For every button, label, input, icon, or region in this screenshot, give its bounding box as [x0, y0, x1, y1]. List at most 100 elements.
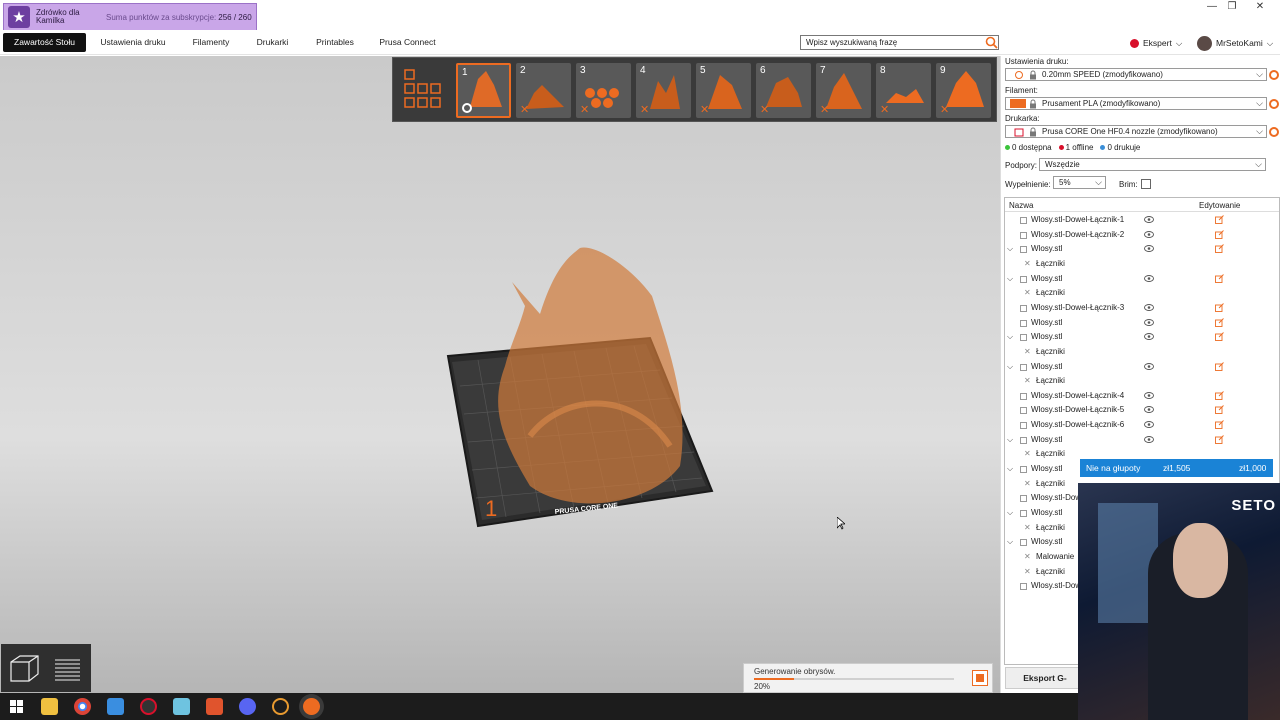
progress-percent: 20% [754, 682, 771, 691]
lock-icon [1030, 127, 1036, 137]
object-list-item[interactable]: ⌵ Wlosy.stl [1005, 360, 1279, 375]
object-icon [1020, 217, 1027, 224]
plate-thumbnail[interactable]: 1 [456, 63, 511, 118]
search-input[interactable]: Wpisz wyszukiwaną frazę [800, 35, 999, 50]
object-list-item[interactable]: ⌵ Wlosy.stl [1005, 242, 1279, 257]
gear-icon[interactable] [1269, 127, 1279, 137]
supports-combo[interactable]: Wszędzie ⌵ [1039, 158, 1266, 171]
gear-icon[interactable] [1269, 99, 1279, 109]
eye-icon[interactable] [1144, 245, 1154, 253]
3d-viewport[interactable]: 1 2 ✕ 3 ✕ 4 ✕ 5 ✕ 6 ✕ 7 ✕ 8 ✕ 9 ✕ 1 PRUS… [0, 56, 1000, 693]
object-list-item[interactable]: Wlosy.stl-Dowel-Łącznik-3 [1005, 301, 1279, 316]
edit-icon[interactable] [1215, 303, 1224, 312]
object-list-item[interactable]: Wlosy.stl-Dowel-Łącznik-1 [1005, 213, 1279, 228]
plate-thumbnail[interactable]: 3 ✕ [576, 63, 631, 118]
edit-icon[interactable] [1215, 405, 1224, 415]
export-gcode-button[interactable]: Eksport G- [1005, 667, 1085, 689]
eye-icon[interactable] [1144, 216, 1154, 223]
plate-thumbnail[interactable]: 9 ✕ [936, 63, 991, 118]
edit-icon[interactable] [1215, 215, 1224, 224]
chevron-down-icon[interactable]: ⌵ [1007, 330, 1013, 344]
object-list-item[interactable]: Wlosy.stl-Dowel-Łącznik-6 [1005, 418, 1279, 433]
brim-checkbox[interactable] [1141, 179, 1151, 189]
plate-thumbnail[interactable]: 5 ✕ [696, 63, 751, 118]
prusaslicer-icon[interactable] [303, 698, 320, 715]
plate-thumbnail[interactable]: 2 ✕ [516, 63, 571, 118]
eye-icon[interactable] [1144, 391, 1154, 399]
plate-thumbnail[interactable]: 8 ✕ [876, 63, 931, 118]
tab-printables[interactable]: Printables [310, 33, 360, 52]
eye-icon[interactable] [1144, 333, 1154, 341]
app-icon[interactable] [272, 698, 289, 715]
cancel-slicing-button[interactable] [972, 670, 988, 686]
mode-selector[interactable]: Ekspert ⌵ [1130, 36, 1182, 50]
object-list-subitem[interactable]: ✕ Łączniki [1005, 286, 1279, 301]
edit-icon[interactable] [1215, 434, 1224, 444]
eye-icon[interactable] [1144, 362, 1154, 370]
chevron-down-icon[interactable]: ⌵ [1007, 506, 1013, 520]
print-settings-combo[interactable]: 0.20mm SPEED (zmodyfikowano) ⌵ [1005, 68, 1267, 81]
windows-start-icon[interactable] [8, 698, 25, 715]
edit-icon[interactable] [1215, 390, 1224, 400]
close-button[interactable]: ✕ [1243, 0, 1277, 14]
object-name: Wlosy.stl [1031, 361, 1063, 371]
edit-icon[interactable] [1215, 273, 1224, 283]
edit-icon[interactable] [1215, 317, 1224, 327]
app-icon[interactable] [140, 698, 157, 715]
search-icon[interactable] [985, 36, 998, 49]
app-icon[interactable] [107, 698, 124, 715]
object-list-item[interactable]: ⌵ Wlosy.stl [1005, 330, 1279, 345]
chevron-down-icon[interactable]: ⌵ [1007, 433, 1013, 447]
chevron-down-icon[interactable]: ⌵ [1007, 360, 1013, 374]
object-list-item[interactable]: Wlosy.stl-Dowel-Łącznik-2 [1005, 228, 1279, 243]
chevron-down-icon: ⌵ [1256, 69, 1263, 79]
eye-icon[interactable] [1144, 435, 1154, 443]
tab-prusa-connect[interactable]: Prusa Connect [375, 33, 440, 52]
object-list-item[interactable]: ⌵ Wlosy.stl [1005, 433, 1279, 448]
object-list-subitem[interactable]: ✕ Łączniki [1005, 374, 1279, 389]
tab-printers[interactable]: Drukarki [250, 33, 295, 52]
object-list-item[interactable]: Wlosy.stl-Dowel-Łącznik-4 [1005, 389, 1279, 404]
edit-icon[interactable] [1215, 229, 1224, 239]
object-list-subitem[interactable]: ✕ Łączniki [1005, 345, 1279, 360]
tab-plater[interactable]: Zawartość Stołu [3, 33, 86, 52]
discord-icon[interactable] [239, 698, 256, 715]
chevron-down-icon[interactable]: ⌵ [1007, 535, 1013, 549]
user-menu[interactable]: MrSetoKami ⌵ [1197, 34, 1273, 52]
object-list-item[interactable]: ⌵ Wlosy.stl [1005, 272, 1279, 287]
chevron-down-icon[interactable]: ⌵ [1007, 272, 1013, 286]
filament-combo[interactable]: Prusament PLA (zmodyfikowano) ⌵ [1005, 97, 1267, 110]
eye-icon[interactable] [1144, 318, 1154, 326]
tab-filaments[interactable]: Filamenty [185, 33, 237, 52]
plate-thumbnail[interactable]: 7 ✕ [816, 63, 871, 118]
arrange-plates-icon[interactable] [401, 64, 445, 116]
preview-layers-icon[interactable] [51, 652, 84, 684]
plate-thumbnail[interactable]: 4 ✕ [636, 63, 691, 118]
printer-combo[interactable]: Prusa CORE One HF0.4 nozzle (zmodyfikowa… [1005, 125, 1267, 138]
eye-icon[interactable] [1144, 274, 1154, 282]
edit-icon[interactable] [1215, 420, 1224, 430]
gear-icon[interactable] [1269, 70, 1279, 80]
file-explorer-icon[interactable] [41, 698, 58, 715]
app-icon[interactable] [173, 698, 190, 715]
eye-icon[interactable] [1144, 303, 1154, 311]
edit-icon[interactable] [1215, 361, 1224, 371]
3d-view-icon[interactable] [8, 652, 41, 684]
object-list-item[interactable]: Wlosy.stl [1005, 316, 1279, 331]
filament-color-swatch[interactable] [1010, 99, 1026, 108]
object-list-item[interactable]: Wlosy.stl-Dowel-Łącznik-5 [1005, 403, 1279, 418]
eye-icon[interactable] [1144, 406, 1154, 414]
plate-thumbnail[interactable]: 6 ✕ [756, 63, 811, 118]
object-list-subitem[interactable]: ✕ Łączniki [1005, 257, 1279, 272]
print-bed[interactable]: 1 PRUSA CORE ONE [430, 186, 730, 536]
brave-icon[interactable] [206, 698, 223, 715]
edit-icon[interactable] [1215, 332, 1224, 342]
chevron-down-icon[interactable]: ⌵ [1007, 462, 1013, 476]
eye-icon[interactable] [1144, 421, 1154, 429]
tab-print-settings[interactable]: Ustawienia druku [96, 33, 170, 52]
infill-combo[interactable]: 5% ⌵ [1053, 176, 1106, 189]
edit-icon[interactable] [1215, 244, 1224, 254]
chevron-down-icon[interactable]: ⌵ [1007, 242, 1013, 256]
chrome-icon[interactable] [74, 698, 91, 715]
eye-icon[interactable] [1144, 230, 1154, 238]
